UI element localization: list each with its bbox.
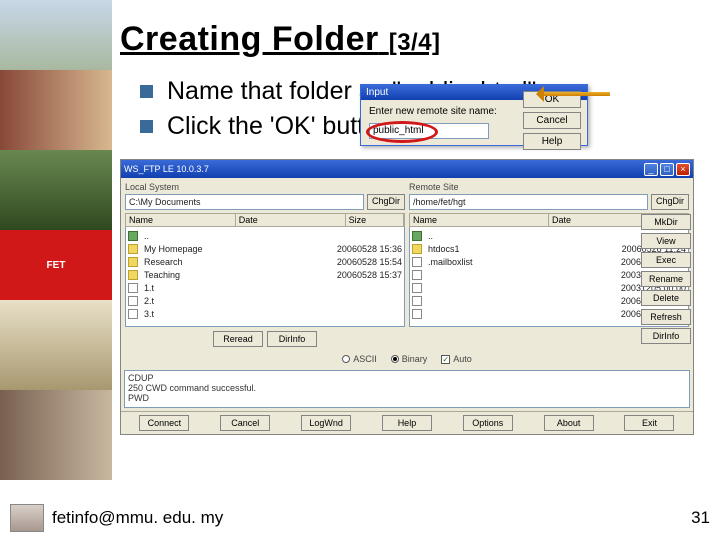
view-button[interactable]: View [641,233,691,249]
file-icon [128,296,138,306]
minimize-button[interactable]: _ [644,163,658,176]
transfer-mode-row: ASCII Binary ✓Auto [121,351,693,367]
ascii-radio[interactable]: ASCII [342,354,377,364]
col-name: Name [410,214,549,226]
folder-icon [128,270,138,280]
mkdir-button[interactable]: MkDir [641,214,691,230]
slide-title: Creating Folder [3/4] [120,20,712,59]
close-button[interactable]: × [676,163,690,176]
bullet-marker [140,120,153,133]
slide-number: 31 [691,508,710,528]
options-button[interactable]: Options [463,415,513,431]
remote-path-input[interactable]: /home/fet/hgt [409,194,648,210]
remote-label: Remote Site [409,182,689,192]
window-titlebar: WS_FTP LE 10.0.3.7 _ □ × [121,160,693,178]
reread-button[interactable]: Reread [213,331,263,347]
dialog-help-button[interactable]: Help [523,133,581,150]
connect-button[interactable]: Connect [139,415,189,431]
decorative-photo [0,150,112,230]
dirinfo-button[interactable]: DirInfo [267,331,317,347]
title-part: [3/4] [389,29,441,56]
local-path-input[interactable]: C:\My Documents [125,194,364,210]
help-button[interactable]: Help [382,415,432,431]
refresh-button[interactable]: Refresh [641,309,691,325]
binary-radio[interactable]: Binary [391,354,428,364]
remote-pane: Remote Site /home/fet/hgt ChgDir Name Da… [409,182,689,347]
title-main: Creating Folder [120,20,379,58]
local-file-list[interactable]: .. My Homepage20060528 15:36 Research200… [125,227,405,327]
local-list-header: Name Date Size [125,213,405,227]
exec-button[interactable]: Exec [641,252,691,268]
exit-button[interactable]: Exit [624,415,674,431]
auto-checkbox[interactable]: ✓Auto [441,354,472,364]
log-output: CDUP 250 CWD command successful. PWD [124,370,690,408]
up-folder-icon [128,231,138,241]
computer-icon [10,504,44,532]
logwnd-button[interactable]: LogWnd [301,415,351,431]
folder-icon [128,244,138,254]
fet-badge: FET [0,230,112,300]
local-chgdir-button[interactable]: ChgDir [367,194,405,210]
bullet-marker [140,85,153,98]
folder-icon [412,244,422,254]
file-icon [412,283,422,293]
slide-footer: fetinfo@mmu. edu. my 31 [10,504,710,532]
file-icon [412,270,422,280]
about-button[interactable]: About [544,415,594,431]
file-icon [128,283,138,293]
folder-name-input[interactable]: public_html [369,123,489,139]
file-icon [412,309,422,319]
local-label: Local System [125,182,405,192]
up-folder-icon [412,231,422,241]
col-date: Date [236,214,346,226]
local-pane: Local System C:\My Documents ChgDir Name… [125,182,405,347]
remote-chgdir-button[interactable]: ChgDir [651,194,689,210]
bottom-button-bar: Connect Cancel LogWnd Help Options About… [121,411,693,434]
decorative-photo [0,300,112,390]
delete-button[interactable]: Delete [641,290,691,306]
cancel-button[interactable]: Cancel [220,415,270,431]
col-size: Size [346,214,404,226]
decorative-photo [0,70,112,150]
callout-arrow-icon [540,92,610,96]
ftp-app-screenshot: WS_FTP LE 10.0.3.7 _ □ × Local System C:… [120,159,694,435]
dialog-cancel-button[interactable]: Cancel [523,112,581,129]
maximize-button[interactable]: □ [660,163,674,176]
dirinfo-button[interactable]: DirInfo [641,328,691,344]
rename-button[interactable]: Rename [641,271,691,287]
sidebar-photo-strip: FET [0,0,112,480]
footer-email: fetinfo@mmu. edu. my [52,508,223,528]
file-icon [128,309,138,319]
decorative-photo [0,390,112,480]
file-icon [412,296,422,306]
col-name: Name [126,214,236,226]
decorative-photo [0,0,112,70]
window-title: WS_FTP LE 10.0.3.7 [124,164,209,174]
folder-icon [128,257,138,267]
file-icon [412,257,422,267]
